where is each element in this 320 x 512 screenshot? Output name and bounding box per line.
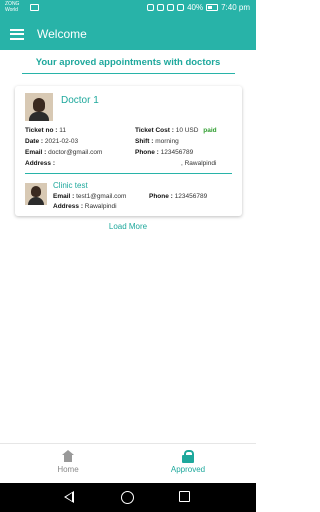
recent-apps-icon[interactable] [179,491,190,502]
alarm-icon [157,4,165,11]
ticket-cost: Ticket Cost : 10 USD paid [135,127,217,134]
doctor-avatar [25,93,53,121]
status-bar: ZONG World 40% 7:40 pm [0,0,256,18]
clinic-address-label: Address : [53,203,83,210]
app-title: Welcome [37,27,87,41]
menu-icon[interactable] [10,28,24,40]
battery-icon [206,4,219,11]
shift: Shift : morning [135,138,179,145]
doctor-address-value: , Rawalpindi [181,160,217,167]
doctor-name: Doctor 1 [61,95,99,106]
ticket-cost-value: 10 USD [175,127,199,134]
ticket-no-label: Ticket no : [25,127,58,134]
clinic-address-value: Rawalpindi [84,203,117,210]
email-label: Email : [25,149,47,156]
carrier-label: ZONG World [5,1,20,13]
email-value: doctor@gmail.com [48,149,103,156]
clinic-phone-label: Phone : [149,193,173,200]
clinic-avatar [25,183,47,205]
clinic-email: Email : test1@gmail.com [53,193,126,200]
system-navigation-bar [0,483,256,512]
card-divider [25,173,232,174]
home-circle-icon[interactable] [121,491,134,504]
appointment-card[interactable]: Doctor 1 Ticket no : 11 Ticket Cost : 10… [15,86,242,216]
doctor-address-label: Address : [25,160,55,167]
clinic-phone-value: 123456789 [174,193,208,200]
back-icon[interactable] [64,491,74,503]
sim-icon [30,4,39,11]
clinic-email-label: Email : [53,193,75,200]
wifi-icon [167,4,175,11]
clinic-email-value: test1@gmail.com [76,193,127,200]
app-bar: Welcome [0,18,256,50]
nav-approved[interactable]: Approved [148,450,228,474]
address-label: Address : [25,160,55,167]
ticket-cost-label: Ticket Cost : [135,127,174,134]
signal-icon [177,4,185,11]
date-value: 2021-02-03 [44,138,79,145]
nav-home-label: Home [57,465,79,474]
battery-percent: 40% [187,3,204,12]
lock-icon [182,450,194,463]
shift-label: Shift : [135,138,154,145]
nav-approved-label: Approved [170,465,206,474]
nav-home[interactable]: Home [28,450,108,474]
clinic-name: Clinic test [53,181,88,190]
ticket-no-value: 11 [59,127,66,134]
date: Date : 2021-02-03 [25,138,78,145]
doctor-phone: Phone : 123456789 [135,149,193,156]
ticket-no: Ticket no : 11 [25,127,66,134]
home-icon [62,450,74,462]
phone-label: Phone : [135,149,159,156]
clinic-phone: Phone : 123456789 [149,193,207,200]
hotspot-icon [147,4,155,11]
heading-underline [22,73,235,74]
shift-value: morning [155,138,179,145]
bottom-navigation: Home Approved [0,443,256,483]
clinic-address: Address : Rawalpindi [53,203,117,210]
section-heading: Your aproved appointments with doctors [35,57,221,68]
date-label: Date : [25,138,44,145]
clock: 7:40 pm [221,3,250,12]
phone-value: 123456789 [160,149,194,156]
payment-status-badge: paid [203,127,217,134]
doctor-email: Email : doctor@gmail.com [25,149,102,156]
load-more-button[interactable]: Load More [0,222,256,231]
